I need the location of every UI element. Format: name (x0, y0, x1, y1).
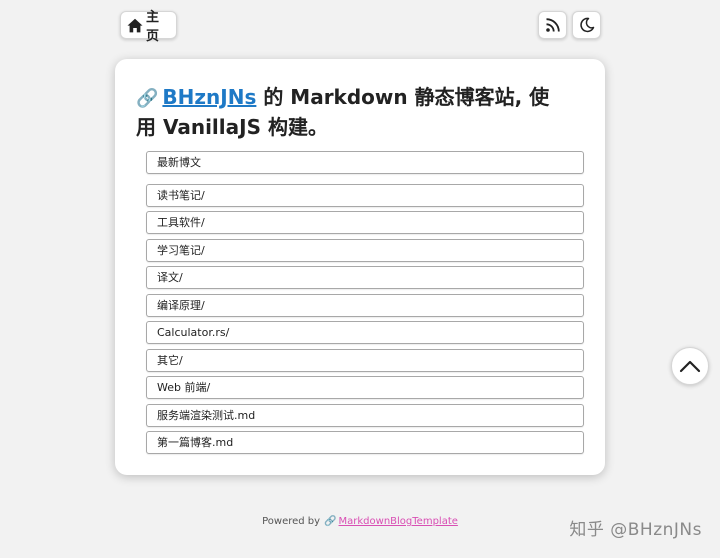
home-label: 主页 (146, 10, 160, 44)
home-icon (127, 18, 143, 33)
content-card: 🔗 BHznJNs 的 Markdown 静态博客站, 使用 VanillaJS … (115, 59, 605, 475)
latest-posts-item[interactable]: 最新博文 (146, 151, 584, 174)
author-link[interactable]: BHznJNs (162, 85, 256, 109)
link-icon: 🔗 (324, 516, 337, 527)
link-icon: 🔗 (136, 88, 159, 109)
list-item[interactable]: 读书笔记/ (146, 184, 584, 207)
rss-button[interactable] (538, 11, 567, 39)
list-item[interactable]: 其它/ (146, 349, 584, 372)
page-title: 🔗 BHznJNs 的 Markdown 静态博客站, 使用 VanillaJS … (136, 83, 566, 141)
moon-icon (579, 17, 595, 33)
theme-toggle-button[interactable] (572, 11, 601, 39)
list-item[interactable]: Web 前端/ (146, 376, 584, 399)
rss-icon (545, 17, 561, 33)
list-item[interactable]: 编译原理/ (146, 294, 584, 317)
list-item[interactable]: 服务端渲染测试.md (146, 404, 584, 427)
list-item[interactable]: 第一篇博客.md (146, 431, 584, 454)
list-item[interactable]: 学习笔记/ (146, 239, 584, 262)
watermark: 知乎 @BHznJNs (569, 520, 702, 540)
home-button[interactable]: 主页 (120, 10, 177, 44)
list-item[interactable]: Calculator.rs/ (146, 321, 584, 344)
chevron-up-icon (679, 359, 701, 373)
list-item[interactable]: 译文/ (146, 266, 584, 289)
list-item[interactable]: 工具软件/ (146, 211, 584, 234)
template-link[interactable]: MarkdownBlogTemplate (339, 516, 458, 527)
powered-by-text: Powered by (262, 516, 321, 527)
scroll-to-top-button[interactable] (671, 347, 709, 385)
